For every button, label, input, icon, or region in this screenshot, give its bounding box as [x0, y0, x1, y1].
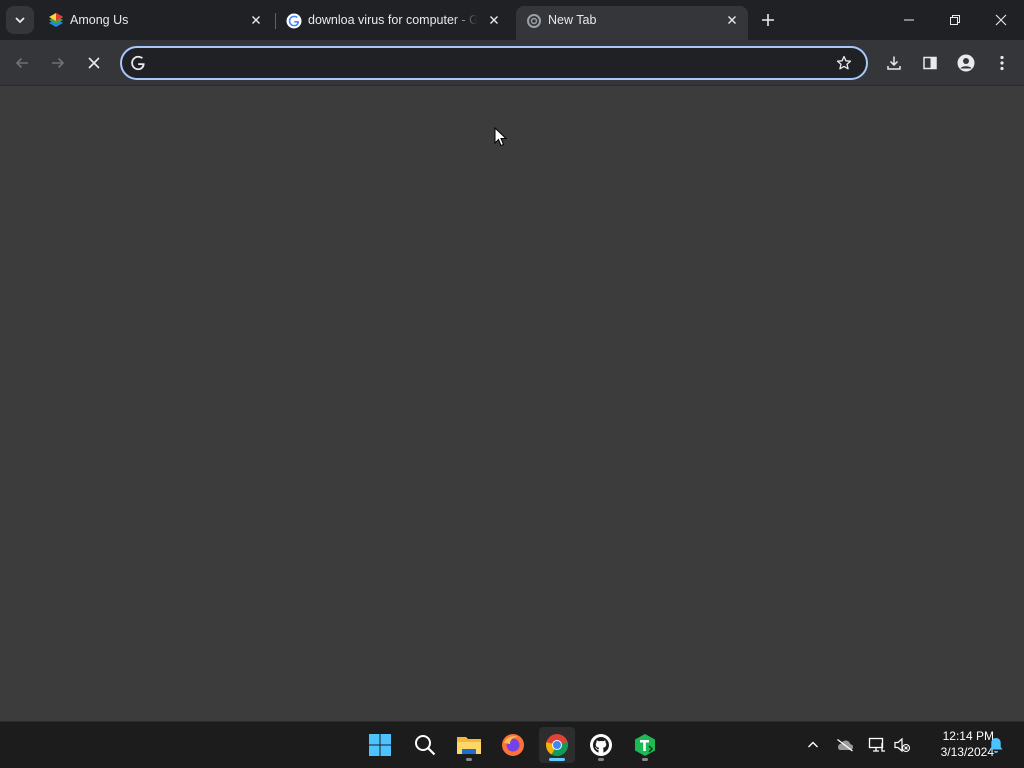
side-panel-button[interactable]	[916, 49, 944, 77]
network-icon	[868, 737, 885, 752]
system-clock[interactable]: 12:14 PM 3/13/2024	[918, 728, 994, 760]
google-g-icon	[286, 13, 302, 29]
restore-icon	[950, 15, 960, 25]
tab-title: New Tab	[548, 13, 597, 27]
chevron-up-icon	[808, 741, 818, 748]
firefox-button[interactable]	[495, 727, 531, 763]
mouse-cursor-icon	[494, 127, 508, 147]
notifications-button[interactable]	[985, 734, 1007, 756]
file-explorer-button[interactable]	[451, 727, 487, 763]
chrome-icon	[546, 734, 568, 756]
close-icon[interactable]	[724, 12, 740, 28]
profile-button[interactable]	[952, 49, 980, 77]
running-indicator	[466, 758, 472, 761]
search-icon	[415, 735, 436, 756]
arrow-left-icon	[15, 57, 28, 69]
close-icon[interactable]	[248, 12, 264, 28]
star-icon[interactable]	[836, 55, 852, 71]
firefox-icon	[502, 734, 524, 756]
running-indicator	[642, 758, 648, 761]
running-indicator	[598, 758, 604, 761]
search-button[interactable]	[407, 727, 443, 763]
restore-button[interactable]	[932, 0, 978, 40]
page-content-area[interactable]	[0, 86, 1024, 721]
tab-among-us[interactable]: Among Us	[38, 6, 270, 40]
arrow-right-icon	[52, 57, 65, 69]
start-button[interactable]	[362, 727, 398, 763]
close-icon	[88, 57, 100, 69]
minimize-button[interactable]	[886, 0, 932, 40]
green-t-app-button[interactable]	[627, 727, 663, 763]
download-icon	[887, 56, 901, 70]
active-indicator	[549, 758, 565, 761]
minimize-icon	[904, 19, 914, 21]
google-g-icon	[130, 55, 146, 71]
loading-spinner-icon	[526, 13, 542, 29]
chrome-button[interactable]	[539, 727, 575, 763]
github-icon	[590, 734, 612, 756]
folder-icon	[457, 737, 481, 754]
tab-google-search[interactable]: downloa virus for computer - G	[276, 6, 508, 40]
close-window-button[interactable]	[978, 0, 1024, 40]
downloads-button[interactable]	[880, 49, 908, 77]
forward-button[interactable]	[44, 49, 72, 77]
cloud-offline-icon	[837, 738, 853, 752]
back-button[interactable]	[8, 49, 36, 77]
browser-toolbar	[0, 40, 1024, 86]
address-bar[interactable]	[120, 46, 868, 80]
stop-loading-button[interactable]	[80, 49, 108, 77]
tab-title: Among Us	[70, 13, 129, 27]
windows-taskbar: 12:14 PM 3/13/2024	[0, 721, 1024, 768]
tab-title: downloa virus for computer - G	[308, 13, 478, 27]
onedrive-tray-button[interactable]	[834, 734, 856, 756]
github-desktop-button[interactable]	[583, 727, 619, 763]
more-vertical-icon	[1000, 55, 1004, 71]
clock-date: 3/13/2024	[940, 745, 994, 759]
plus-icon	[762, 14, 774, 26]
tab-search-button[interactable]	[6, 6, 34, 34]
side-panel-icon	[923, 56, 937, 70]
tab-strip: Among Us downloa virus for computer - G …	[0, 0, 1024, 40]
close-icon	[995, 14, 1007, 26]
show-hidden-icons-button[interactable]	[802, 734, 824, 756]
windows-logo-icon	[369, 734, 391, 756]
omnibox-input[interactable]	[154, 48, 834, 78]
browser-menu-button[interactable]	[990, 49, 1014, 77]
avatar-icon	[957, 54, 975, 72]
green-t-icon	[635, 734, 655, 756]
volume-tray-button[interactable]	[891, 734, 913, 756]
bluestacks-icon	[48, 13, 64, 29]
volume-muted-icon	[894, 737, 911, 753]
clock-time: 12:14 PM	[942, 729, 994, 743]
network-tray-button[interactable]	[866, 734, 888, 756]
new-tab-button[interactable]	[756, 8, 780, 32]
tab-new-tab[interactable]: New Tab	[516, 6, 748, 40]
chevron-down-icon	[15, 17, 25, 24]
bell-icon	[989, 737, 1003, 753]
close-icon[interactable]	[486, 12, 502, 28]
